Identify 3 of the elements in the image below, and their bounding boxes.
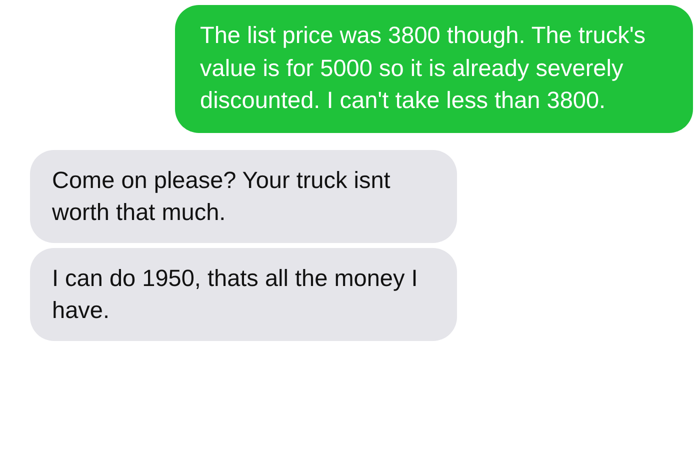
received-message-bubble: I can do 1950, thats all the money I have. (30, 248, 457, 340)
sent-message-bubble: The list price was 3800 though. The truck's value is for 5000 so it is already severely discounted. I can't take less than 3800. (175, 5, 693, 132)
received-message-bubble: Come on please? Your truck isnt worth that much. (30, 150, 457, 242)
